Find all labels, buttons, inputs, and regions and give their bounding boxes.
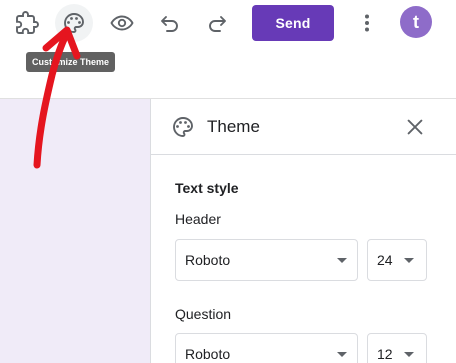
eye-icon — [110, 15, 134, 31]
add-ons-button[interactable] — [8, 4, 46, 42]
question-font-value: Roboto — [185, 346, 231, 362]
question-size-value: 12 — [377, 346, 393, 362]
theme-panel-header: Theme — [151, 99, 456, 155]
more-options-button[interactable] — [348, 4, 386, 42]
question-label: Question — [175, 306, 232, 322]
top-toolbar: Send t Customize Theme — [0, 0, 456, 98]
customize-theme-tooltip: Customize Theme — [26, 52, 116, 72]
redo-icon — [209, 16, 226, 32]
redo-button[interactable] — [198, 4, 236, 42]
header-label: Header — [175, 211, 221, 227]
forms-editor: Send t Customize Theme Theme Text style … — [0, 0, 456, 363]
puzzle-icon — [16, 11, 39, 34]
customize-theme-button[interactable] — [55, 4, 93, 42]
text-style-heading: Text style — [175, 180, 239, 196]
header-font-select[interactable]: Roboto — [175, 239, 358, 281]
dropdown-caret-icon — [337, 352, 347, 357]
header-font-value: Roboto — [185, 252, 231, 268]
question-size-select[interactable]: 12 — [367, 333, 427, 363]
question-font-select[interactable]: Roboto — [175, 333, 358, 363]
palette-icon — [173, 117, 193, 137]
send-button[interactable]: Send — [252, 5, 334, 41]
preview-button[interactable] — [103, 4, 141, 42]
dropdown-caret-icon — [404, 352, 414, 357]
form-canvas — [0, 99, 150, 363]
more-vert-icon — [365, 14, 369, 32]
undo-icon — [161, 16, 178, 32]
palette-icon — [64, 13, 84, 33]
panel-title: Theme — [207, 117, 260, 136]
theme-panel: Theme Text style Header Roboto 24 Questi… — [150, 99, 456, 363]
header-size-select[interactable]: 24 — [367, 239, 427, 281]
dropdown-caret-icon — [337, 258, 347, 263]
header-size-value: 24 — [377, 252, 393, 268]
close-icon — [407, 119, 423, 135]
undo-button[interactable] — [151, 4, 189, 42]
close-panel-button[interactable] — [403, 115, 427, 139]
account-avatar[interactable]: t — [400, 6, 432, 38]
dropdown-caret-icon — [404, 258, 414, 263]
